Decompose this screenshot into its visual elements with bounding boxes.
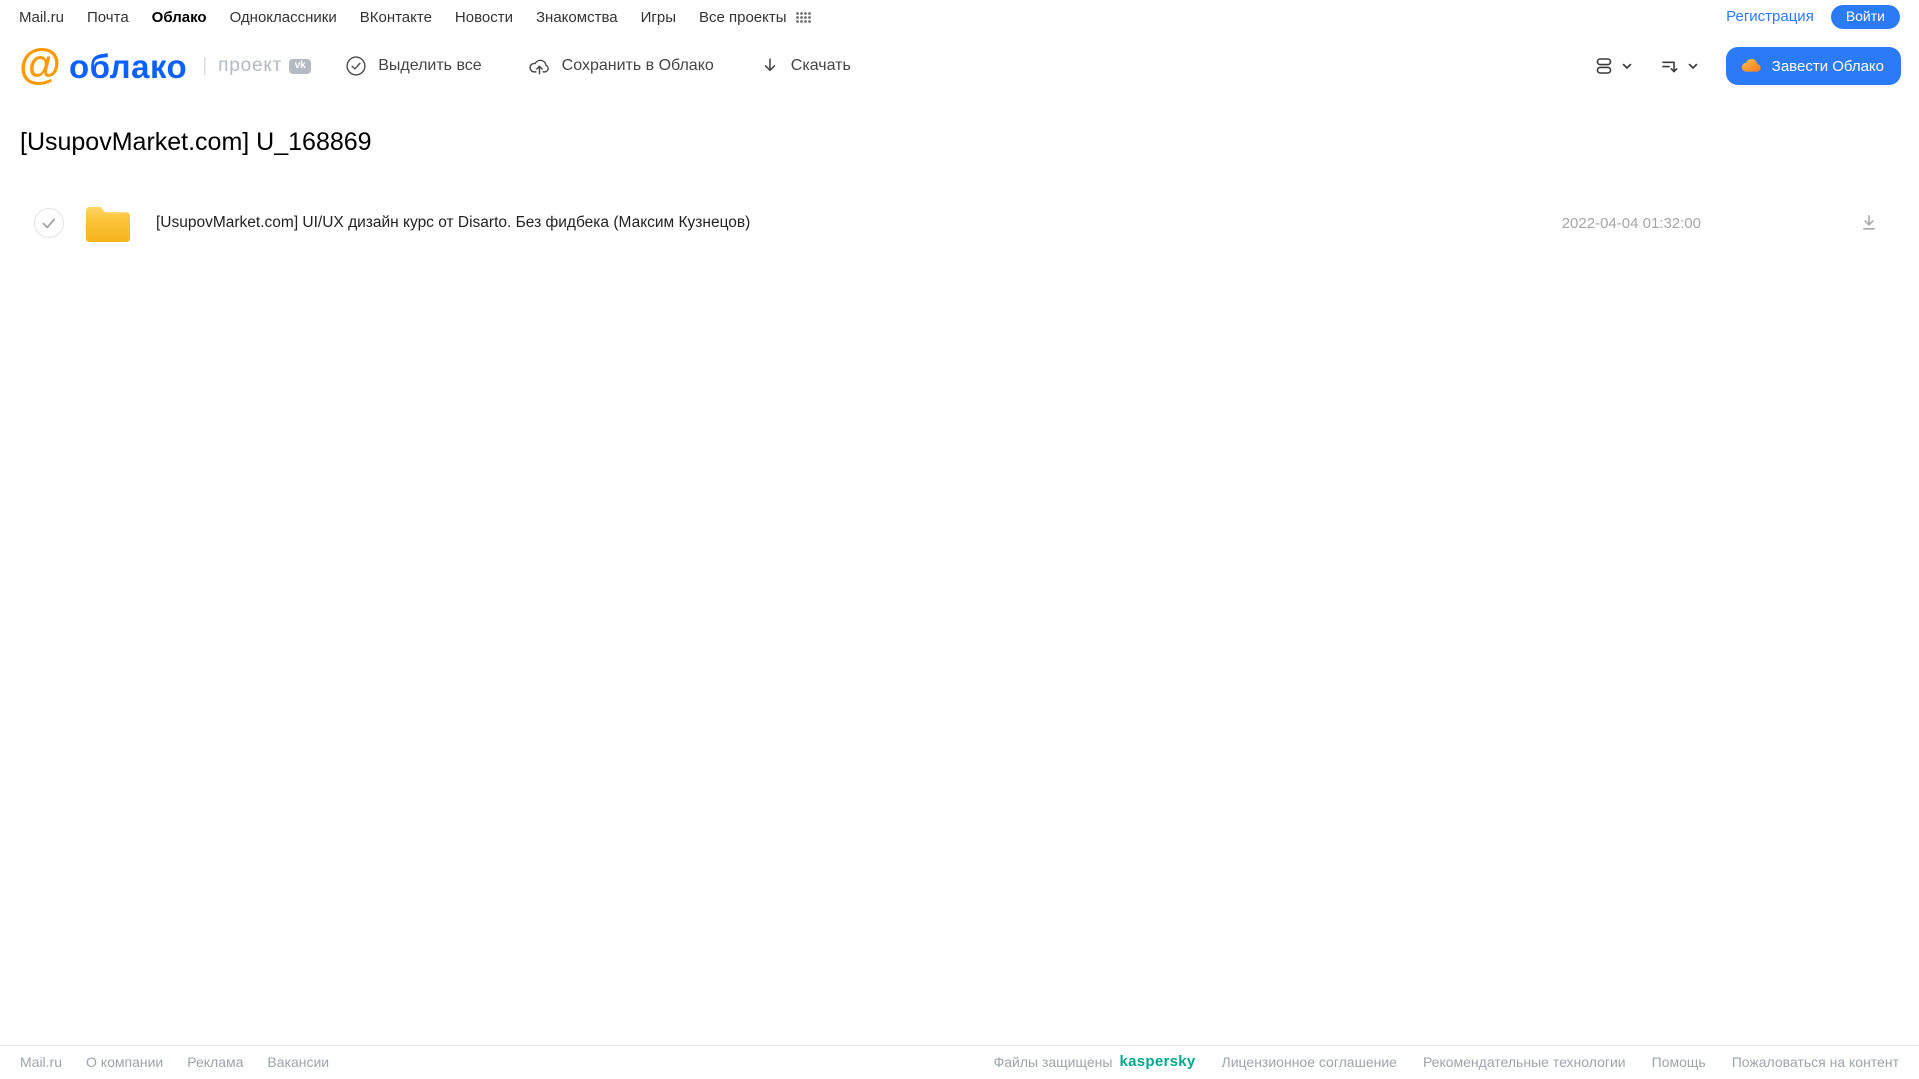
main-content: [UsupovMarket.com] U_168869 [UsupovMarke…	[0, 128, 1919, 245]
save-to-cloud-label: Сохранить в Облако	[561, 57, 714, 74]
footer-link-help[interactable]: Помощь	[1652, 1054, 1706, 1070]
get-cloud-button-label: Завести Облако	[1771, 57, 1884, 75]
select-all-button[interactable]: Выделить все	[345, 55, 482, 77]
folder-icon	[86, 205, 130, 242]
kaspersky-protection: Файлы защищены kaspersky	[994, 1053, 1196, 1070]
footer-link-mailru[interactable]: Mail.ru	[20, 1054, 62, 1070]
protected-label: Файлы защищены	[993, 1053, 1113, 1070]
footer-link-about[interactable]: О компании	[86, 1054, 163, 1070]
footer-link-ads[interactable]: Реклама	[187, 1054, 243, 1070]
login-button[interactable]: Войти	[1830, 4, 1900, 30]
footer-link-recommendation-tech[interactable]: Рекомендательные технологии	[1423, 1054, 1626, 1070]
footer-link-license[interactable]: Лицензионное соглашение	[1222, 1054, 1397, 1070]
header-actions: Выделить все Сохранить в Облако Скачать	[345, 55, 851, 78]
logo-project-label: проект	[218, 55, 283, 76]
portal-link-odnoklassniki[interactable]: Одноклассники	[230, 9, 337, 26]
chevron-down-icon	[1687, 60, 1699, 72]
select-all-label: Выделить все	[378, 57, 482, 74]
footer-link-jobs[interactable]: Вакансии	[267, 1054, 329, 1070]
file-row[interactable]: [UsupovMarket.com] UI/UX дизайн курс от …	[0, 201, 1919, 245]
registration-link[interactable]: Регистрация	[1726, 8, 1814, 25]
portal-link-pochta[interactable]: Почта	[87, 9, 129, 26]
header-right-controls: Завести Облако	[1594, 47, 1901, 85]
file-name-link[interactable]: [UsupovMarket.com] UI/UX дизайн курс от …	[156, 214, 750, 232]
portal-links: Mail.ru Почта Облако Одноклассники ВКонт…	[19, 9, 811, 26]
portal-right: Регистрация Войти	[1726, 4, 1900, 30]
row-checkbox[interactable]	[34, 208, 64, 238]
mailru-at-icon: @	[19, 39, 61, 88]
kaspersky-logo: kaspersky	[1119, 1053, 1196, 1070]
cloud-logo[interactable]: @ облако | проект vk	[19, 39, 312, 88]
logo-divider: |	[202, 55, 208, 76]
apps-grid-icon[interactable]	[795, 11, 811, 23]
list-view-icon	[1594, 56, 1614, 76]
save-to-cloud-button[interactable]: Сохранить в Облако	[528, 55, 714, 78]
chevron-down-icon	[1621, 60, 1633, 72]
view-mode-dropdown[interactable]	[1594, 56, 1633, 76]
page-title: [UsupovMarket.com] U_168869	[20, 128, 372, 156]
get-cloud-button[interactable]: Завести Облако	[1725, 47, 1901, 85]
check-icon	[42, 218, 56, 228]
download-icon	[760, 56, 780, 76]
footer-right-links: Файлы защищены kaspersky Лицензионное со…	[994, 1053, 1899, 1070]
portal-link-vkontakte[interactable]: ВКонтакте	[360, 9, 432, 26]
footer-link-report-content[interactable]: Пожаловаться на контент	[1732, 1054, 1899, 1070]
portal-link-znakomstva[interactable]: Знакомства	[536, 9, 618, 26]
sort-dropdown[interactable]	[1660, 56, 1699, 76]
portal-link-all-projects[interactable]: Все проекты	[699, 9, 787, 26]
file-list: [UsupovMarket.com] UI/UX дизайн курс от …	[0, 201, 1919, 245]
logo-wordmark: облако	[68, 47, 188, 85]
portal-link-novosti[interactable]: Новости	[455, 9, 513, 26]
cloud-upload-icon	[528, 55, 551, 78]
file-modified-date: 2022-04-04 01:32:00	[1561, 214, 1701, 232]
download-all-button[interactable]: Скачать	[760, 56, 851, 76]
portal-link-group-all-projects: Все проекты	[699, 9, 811, 26]
vk-badge-icon: vk	[289, 58, 312, 74]
portal-link-mailru[interactable]: Mail.ru	[19, 9, 64, 26]
portal-link-oblako[interactable]: Облако	[152, 9, 207, 26]
cloud-orange-icon	[1739, 54, 1763, 78]
cloud-header: @ облако | проект vk Выделить все Сохран…	[0, 34, 1919, 98]
footer-left-links: Mail.ru О компании Реклама Вакансии	[20, 1054, 329, 1070]
download-label: Скачать	[790, 57, 851, 74]
site-footer: Mail.ru О компании Реклама Вакансии Файл…	[0, 1045, 1919, 1079]
sort-icon	[1660, 56, 1680, 76]
check-circle-icon	[345, 55, 367, 77]
row-download-icon[interactable]	[1859, 213, 1879, 233]
portal-link-igry[interactable]: Игры	[641, 9, 676, 26]
portal-nav: Mail.ru Почта Облако Одноклассники ВКонт…	[0, 0, 1919, 34]
